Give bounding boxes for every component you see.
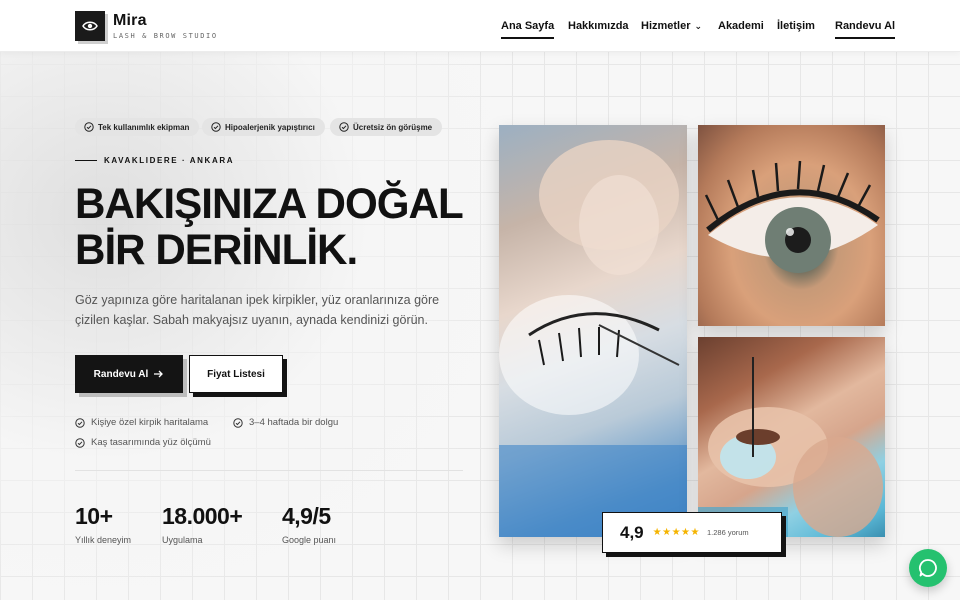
badge-hypoallergenic: Hipoalerjenik yapıştırıcı: [202, 118, 325, 136]
book-appointment-button[interactable]: Randevu Al: [75, 355, 183, 393]
whatsapp-chat-button[interactable]: [909, 549, 947, 587]
badge-label: Tek kullanımlık ekipman: [98, 122, 190, 132]
chevron-down-icon: ⌄: [694, 21, 703, 31]
hero-title: BAKIŞINIZA DOĞAL BİR DERİNLİK.: [75, 181, 496, 273]
check-circle-icon: [233, 417, 243, 428]
hero-title-line-2: BİR DERİNLİK.: [75, 226, 358, 274]
lash-application-photo: [499, 125, 687, 537]
eye-icon: [82, 20, 98, 32]
feature-label: 3–4 haftada bir dolgu: [249, 417, 339, 428]
nav-item-hakkimizda[interactable]: Hakkımızda: [568, 20, 629, 32]
nav-item-label: Hizmetler: [641, 20, 691, 32]
feature-label: Kişiye özel kirpik haritalama: [91, 417, 209, 428]
brow-treatment-photo: [698, 337, 885, 537]
check-circle-icon: [84, 122, 94, 132]
nav-item-hizmetler[interactable]: Hizmetler ⌄: [641, 20, 702, 32]
brand-tagline: LASH & BROW STUDIO: [113, 32, 218, 40]
check-circle-icon: [75, 417, 85, 428]
price-list-button[interactable]: Fiyat Listesi: [189, 355, 283, 393]
feature-item: 3–4 haftada bir dolgu: [233, 417, 338, 428]
stats-divider: [75, 470, 463, 471]
check-circle-icon: [75, 437, 85, 448]
stat-value-google-rating: 4,9/5: [282, 503, 331, 529]
logo[interactable]: [75, 11, 105, 41]
feature-label: Kaş tasarımında yüz ölçümü: [91, 437, 211, 448]
feature-item: Kişiye özel kirpik haritalama: [75, 417, 208, 428]
rating-score: 4,9: [620, 522, 644, 542]
check-circle-icon: [211, 122, 221, 132]
rating-card: 4,9 ★★★★★ 1.286 yorum: [602, 512, 782, 553]
nav-item-iletisim[interactable]: İletişim: [777, 20, 815, 32]
stat-label-experience: Yıllık deneyim: [75, 535, 132, 545]
location-eyebrow: KAVAKLIDERE · ANKARA: [104, 156, 235, 165]
review-count: 1.286 yorum: [706, 528, 749, 537]
nav-item-akademi[interactable]: Akademi: [718, 20, 764, 32]
site-header: Mira LASH & BROW STUDIO Ana Sayfa Hakkım…: [0, 0, 960, 52]
feature-item: Kaş tasarımında yüz ölçümü: [75, 437, 211, 448]
stat-value-experience: 10+: [75, 503, 113, 529]
badge-free-consultation: Ücretsiz ön görüşme: [330, 118, 443, 136]
eye-closeup-photo: [698, 125, 885, 326]
nav-item-ana-sayfa[interactable]: Ana Sayfa: [501, 20, 555, 39]
nav-appointment-button[interactable]: Randevu Al: [835, 20, 896, 39]
badge-label: Hipoalerjenik yapıştırıcı: [225, 122, 315, 132]
eyebrow-divider: [75, 160, 97, 161]
brand-name[interactable]: Mira: [113, 12, 147, 30]
stat-label-applications: Uygulama: [162, 535, 203, 545]
whatsapp-icon: [918, 558, 938, 578]
stat-value-applications: 18.000+: [162, 503, 243, 529]
badge-disposable-equipment: Tek kullanımlık ekipman: [75, 118, 200, 136]
stat-label-google-rating: Google puanı: [282, 535, 337, 545]
badge-label: Ücretsiz ön görüşme: [353, 122, 433, 132]
arrow-right-icon: [154, 370, 164, 378]
hero-title-line-1: BAKIŞINIZA DOĞAL: [75, 180, 464, 228]
hero-lead: Göz yapınıza göre haritalanan ipek kirpi…: [75, 293, 440, 327]
button-label: Randevu Al: [93, 368, 149, 380]
star-rating-icons: ★★★★★: [652, 527, 700, 538]
check-circle-icon: [339, 122, 349, 132]
